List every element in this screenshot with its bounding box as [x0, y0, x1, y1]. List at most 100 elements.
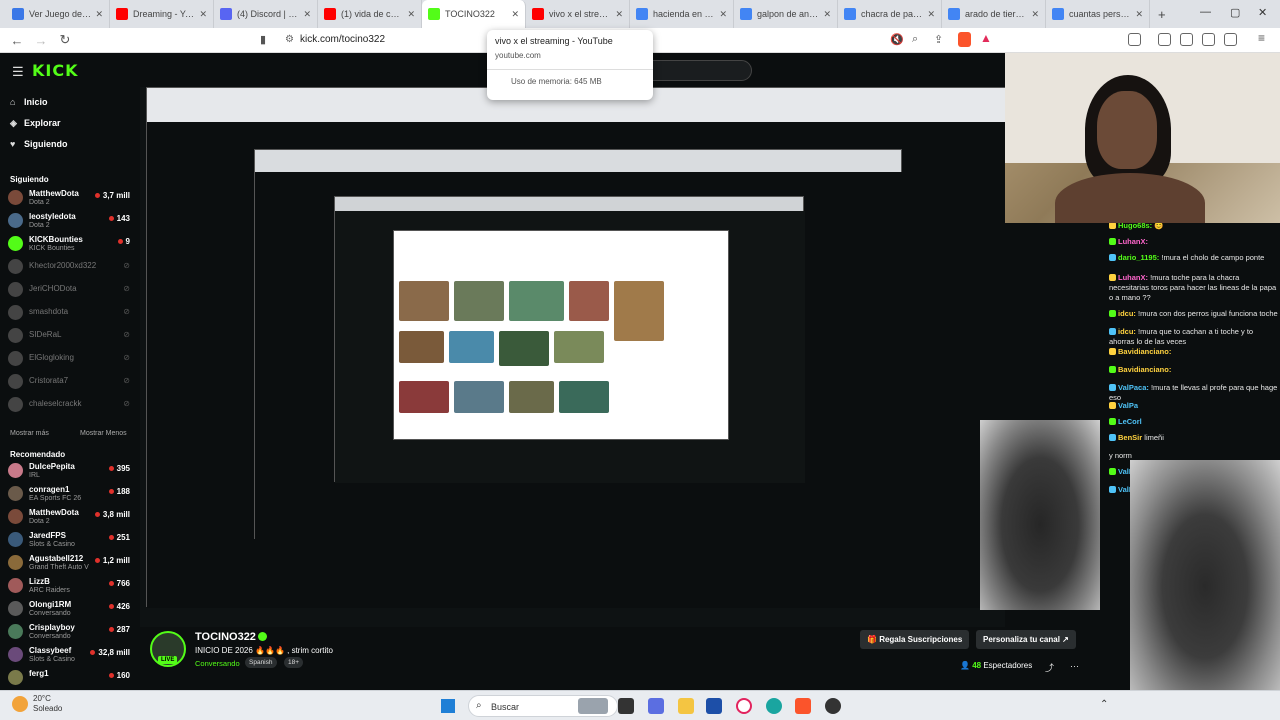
following-channel[interactable]: chaleselcrackk ⊘	[8, 394, 130, 416]
tray-chevron-icon[interactable]: ⌃	[1100, 699, 1108, 710]
following-channel[interactable]: smashdota ⊘	[8, 302, 130, 324]
weather-widget[interactable]: 20°C Soleado	[33, 694, 62, 714]
following-channel[interactable]: KICKBounties KICK Bounties 9	[8, 233, 130, 255]
recommended-channel[interactable]: LizzB ARC Raiders 766	[8, 575, 130, 597]
result-thumbnail[interactable]	[509, 281, 564, 321]
tab-4[interactable]: TOCINO322 ✕	[422, 0, 526, 28]
nav-inicio[interactable]: ⌂ Inicio	[10, 97, 48, 107]
gift-subs-button[interactable]: 🎁 Regala Suscripciones	[860, 630, 970, 649]
share-stream-icon[interactable]: ⤴	[1045, 661, 1054, 674]
tag-language[interactable]: Spanish	[245, 657, 277, 668]
chat-username[interactable]: Bavidianciano:	[1118, 365, 1171, 374]
result-thumbnail[interactable]	[614, 281, 664, 341]
following-channel[interactable]: SIDeRaL ⊘	[8, 325, 130, 347]
reload-icon[interactable]: ↻	[58, 32, 72, 48]
tab-0[interactable]: Ver Juego de Tronos ✕	[6, 0, 110, 28]
tab-10[interactable]: cuantas personas... ✕	[1046, 0, 1150, 28]
mute-icon[interactable]: 🔇	[890, 33, 904, 46]
recommended-channel[interactable]: MatthewDota Dota 2 3,8 mill	[8, 506, 130, 528]
edge-icon[interactable]	[766, 698, 782, 714]
tab-1[interactable]: Dreaming - YouTube✕	[110, 0, 214, 28]
back-icon[interactable]: ←	[10, 33, 24, 48]
channel-name[interactable]: TOCINO322	[195, 631, 256, 643]
recommended-channel[interactable]: Olongi1RM Conversando 426	[8, 598, 130, 620]
file-explorer-icon[interactable]	[678, 698, 694, 714]
result-thumbnail[interactable]	[554, 331, 604, 363]
zoom-icon[interactable]: ⌕	[912, 33, 918, 46]
tab-9[interactable]: arado de tierra - Bu ✕	[942, 0, 1046, 28]
vpn-icon[interactable]	[1224, 33, 1237, 46]
chat-username[interactable]: idcu:	[1118, 327, 1136, 336]
stream-category[interactable]: Conversando	[195, 659, 240, 668]
nav-explorar[interactable]: ◈ Explorar	[10, 118, 61, 129]
tab-close-icon[interactable]: ✕	[95, 9, 103, 20]
tab-close-icon[interactable]: ✕	[1031, 9, 1039, 20]
chat-username[interactable]: LeCorl	[1118, 417, 1142, 426]
tab-close-icon[interactable]: ✕	[511, 9, 519, 20]
chat-username[interactable]: ValPa	[1118, 401, 1138, 410]
recommended-channel[interactable]: ferg1 160	[8, 667, 130, 689]
widget-icon[interactable]	[578, 698, 608, 714]
chat-username[interactable]: Bavidianciano:	[1118, 347, 1171, 356]
following-channel[interactable]: leostyledota Dota 2 143	[8, 210, 130, 232]
result-thumbnail[interactable]	[399, 331, 444, 363]
recommended-channel[interactable]: JaredFPS Slots & Casino 251	[8, 529, 130, 551]
start-button[interactable]	[441, 699, 455, 713]
recommended-channel[interactable]: conragen1 EA Sports FC 26 188	[8, 483, 130, 505]
tab-close-icon[interactable]: ✕	[1135, 9, 1143, 20]
brave-icon[interactable]	[795, 698, 811, 714]
nav-siguiendo[interactable]: ♥ Siguiendo	[10, 139, 68, 149]
tab-8[interactable]: chacra de papa - B...✕	[838, 0, 942, 28]
wallet-icon[interactable]	[1202, 33, 1215, 46]
chat-username[interactable]: LuhanX:	[1118, 273, 1148, 282]
tab-close-icon[interactable]: ✕	[199, 9, 207, 20]
sidebar-toggle-icon[interactable]	[1128, 33, 1141, 46]
more-options-icon[interactable]: ⋯	[1070, 661, 1079, 672]
result-thumbnail[interactable]	[454, 281, 504, 321]
reading-list-icon[interactable]	[1180, 33, 1193, 46]
store-icon[interactable]	[706, 698, 722, 714]
chat-username[interactable]: LuhanX:	[1118, 237, 1148, 246]
tab-close-icon[interactable]: ✕	[719, 9, 727, 20]
recommended-channel[interactable]: Agustabell212 Grand Theft Auto V 1,2 mill	[8, 552, 130, 574]
site-info-icon[interactable]: ⚙	[285, 34, 294, 45]
opera-icon[interactable]	[736, 698, 752, 714]
recommended-channel[interactable]: Crisplayboy Conversando 287	[8, 621, 130, 643]
stream-video[interactable]	[140, 87, 1005, 627]
following-channel[interactable]: ElGlogloking ⊘	[8, 348, 130, 370]
chat-username[interactable]: idcu:	[1118, 309, 1136, 318]
bookmark-icon[interactable]: ▮	[260, 33, 266, 46]
result-thumbnail[interactable]	[569, 281, 609, 321]
share-icon[interactable]: ⇪	[934, 33, 943, 46]
task-view-icon[interactable]	[618, 698, 634, 714]
chat-username[interactable]: ValPaca:	[1118, 383, 1149, 392]
chat-username[interactable]: Hugo68s:	[1118, 223, 1152, 230]
extensions-icon[interactable]	[1158, 33, 1171, 46]
tab-2[interactable]: (4) Discord | #T... ✕	[214, 0, 318, 28]
following-channel[interactable]: Cristorata7 ⊘	[8, 371, 130, 393]
brave-shield-icon[interactable]	[958, 32, 971, 47]
tab-close-icon[interactable]: ✕	[823, 9, 831, 20]
kick-logo[interactable]: KICK	[32, 61, 79, 80]
hamburger-icon[interactable]: ☰	[12, 64, 24, 80]
customize-channel-button[interactable]: Personaliza tu canal ↗	[976, 630, 1076, 649]
tab-close-icon[interactable]: ✕	[927, 9, 935, 20]
new-tab-button[interactable]: +	[1158, 7, 1166, 22]
following-channel[interactable]: JeriCHODota ⊘	[8, 279, 130, 301]
obs-icon[interactable]	[825, 698, 841, 714]
result-thumbnail[interactable]	[499, 331, 549, 366]
chat-username[interactable]: BenSir	[1118, 433, 1142, 442]
chat-username[interactable]: dario_1195:	[1118, 253, 1159, 262]
tab-close-icon[interactable]: ✕	[407, 9, 415, 20]
result-thumbnail[interactable]	[509, 381, 554, 413]
menu-icon[interactable]: ≡	[1258, 31, 1265, 45]
recommended-channel[interactable]: DulcePepita IRL 395	[8, 460, 130, 482]
show-more-link[interactable]: Mostrar más	[10, 430, 49, 437]
following-channel[interactable]: MatthewDota Dota 2 3,7 mill	[8, 187, 130, 209]
url-field[interactable]: kick.com/tocino322	[300, 34, 385, 45]
brave-rewards-icon[interactable]: ▲	[980, 31, 992, 45]
maximize-icon[interactable]: ▢	[1230, 6, 1240, 19]
tab-5[interactable]: vivo x el stream...✕	[526, 0, 630, 28]
result-thumbnail[interactable]	[454, 381, 504, 413]
show-less-link[interactable]: Mostrar Menos	[80, 430, 127, 437]
